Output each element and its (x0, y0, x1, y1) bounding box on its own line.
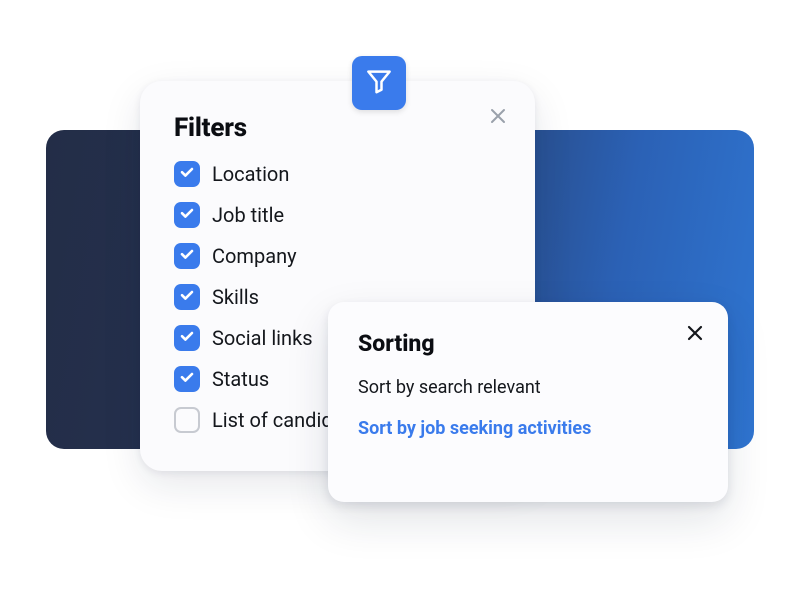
check-icon (179, 369, 195, 389)
checkbox[interactable] (174, 325, 200, 351)
filter-label: Skills (212, 285, 259, 309)
close-button[interactable] (487, 107, 509, 129)
filter-label: Location (212, 162, 289, 186)
filter-label: Social links (212, 326, 313, 350)
sorting-options: Sort by search relevant Sort by job seeki… (358, 377, 698, 439)
checkbox[interactable] (174, 366, 200, 392)
filter-label: Job title (212, 203, 284, 227)
check-icon (179, 205, 195, 225)
sorting-panel: Sorting Sort by search relevant Sort by j… (328, 302, 728, 502)
check-icon (179, 246, 195, 266)
checkbox[interactable] (174, 284, 200, 310)
stage: Filters Location Job title Company Skills So… (0, 0, 800, 613)
checkbox[interactable] (174, 202, 200, 228)
funnel-icon (364, 66, 394, 100)
filter-item[interactable]: Job title (174, 202, 501, 228)
sort-option[interactable]: Sort by search relevant (358, 377, 698, 398)
filter-item[interactable]: Company (174, 243, 501, 269)
close-icon (687, 325, 703, 345)
check-icon (179, 164, 195, 184)
filter-label: Company (212, 244, 297, 268)
sorting-title: Sorting (358, 330, 698, 357)
close-button[interactable] (684, 324, 706, 346)
filter-label: Status (212, 367, 269, 391)
sort-option[interactable]: Sort by job seeking activities (358, 418, 698, 439)
checkbox[interactable] (174, 161, 200, 187)
check-icon (179, 287, 195, 307)
filters-title: Filters (174, 113, 501, 143)
checkbox[interactable] (174, 243, 200, 269)
close-icon (490, 108, 506, 128)
checkbox[interactable] (174, 407, 200, 433)
filter-item[interactable]: Location (174, 161, 501, 187)
check-icon (179, 328, 195, 348)
filter-badge (352, 56, 406, 110)
